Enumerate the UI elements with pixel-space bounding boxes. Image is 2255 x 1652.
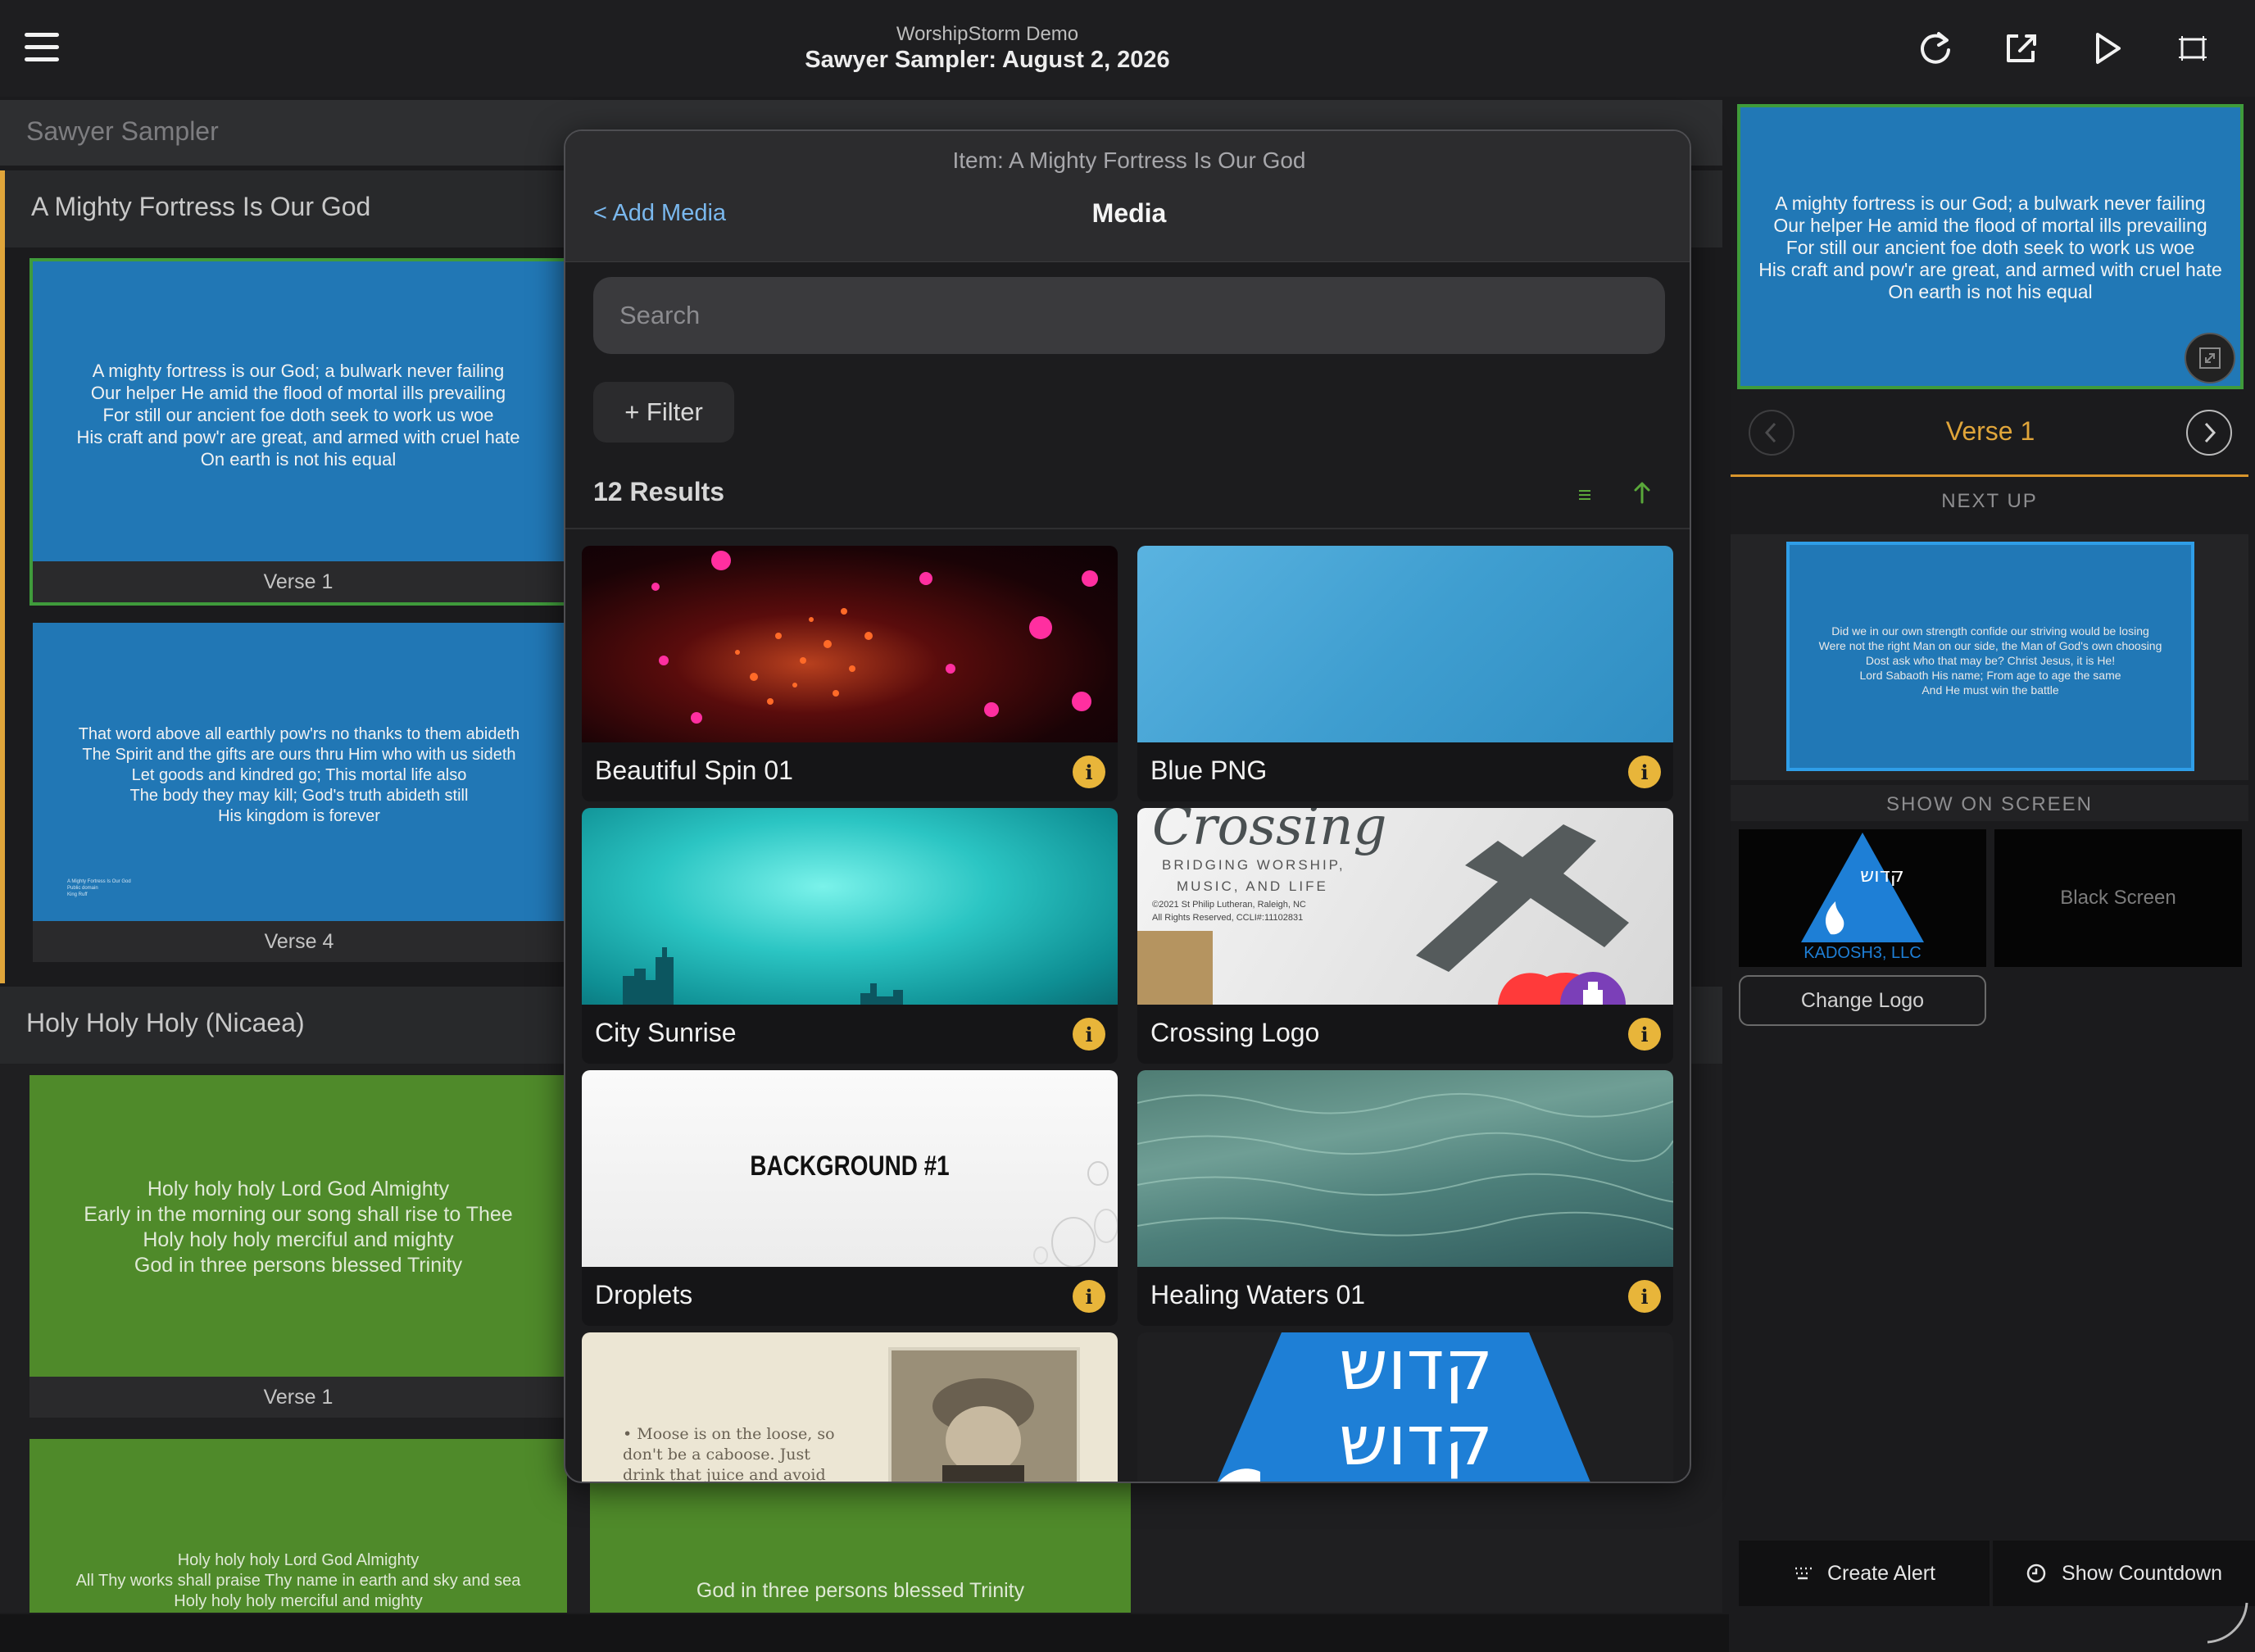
slide-thumbnail[interactable]: That word above all earthly pow'rs no th… (33, 623, 565, 962)
next-up-text: Did we in our own strength confide our s… (1818, 624, 2162, 697)
crossing-logo-line: All Rights Reserved, CCLI#:11102831 (1152, 913, 1304, 923)
show-on-screen-heading: SHOW ON SCREEN (1885, 793, 2093, 815)
next-up-heading: NEXT UP (1941, 490, 2038, 512)
change-logo-button[interactable]: Change Logo (1739, 975, 1986, 1026)
modal-subtitle: Item: A Mighty Fortress Is Our God (952, 148, 1306, 173)
slide-text: A mighty fortress is our God; a bulwark … (76, 361, 520, 470)
sort-ascending-icon[interactable] (1627, 475, 1657, 510)
crossing-logo-line: BRIDGING WORSHIP, (1162, 857, 1345, 873)
media-thumbnail (1137, 546, 1673, 742)
service-name: Sawyer Sampler (26, 116, 219, 146)
info-icon[interactable]: i (1073, 1018, 1105, 1051)
search-input[interactable] (593, 277, 1665, 354)
live-preview[interactable]: A mighty fortress is our God; a bulwark … (1737, 104, 2244, 389)
info-icon[interactable]: i (1073, 1280, 1105, 1313)
slide-label: Verse 4 (33, 921, 565, 962)
modal-title: Media (1091, 198, 1167, 228)
current-item-indicator (0, 247, 5, 983)
media-thumbnail: BACKGROUND #1 (582, 1070, 1118, 1267)
info-icon[interactable]: i (1628, 1018, 1661, 1051)
organization-name: WorshipStorm Demo (896, 23, 1079, 45)
info-icon[interactable]: i (1628, 1280, 1661, 1313)
keyboard-icon (1794, 1567, 1812, 1580)
bottom-strip (0, 1614, 1729, 1652)
media-thumbnail (582, 808, 1118, 1005)
expand-icon[interactable] (2185, 333, 2235, 384)
slide-thumbnail[interactable]: Holy holy holy Lord God Almighty All Thy… (29, 1439, 567, 1613)
next-slide-button[interactable] (2186, 410, 2232, 456)
service-title: Sawyer Sampler: August 2, 2026 (805, 47, 1170, 73)
service-item-name: Holy Holy Holy (Nicaea) (26, 1008, 305, 1037)
media-card[interactable]: Crossing BRIDGING WORSHIP, MUSIC, AND LI… (1137, 808, 1673, 1064)
divider (1731, 474, 2248, 477)
filter-button[interactable]: + Filter (593, 382, 734, 442)
timer-icon (2026, 1564, 2046, 1583)
show-countdown-label: Show Countdown (2062, 1561, 2222, 1585)
service-item-name: A Mighty Fortress Is Our God (31, 192, 371, 221)
resize-handle-icon[interactable] (2204, 1600, 2250, 1645)
slide-label: Verse 1 (29, 1377, 567, 1418)
media-thumbnail: קדוש קדוש (1137, 1332, 1673, 1482)
slide-text: Holy holy holy Lord God Almighty Early i… (84, 1178, 513, 1277)
slide-label: Verse 1 (33, 561, 564, 602)
live-preview-text: A mighty fortress is our God; a bulwark … (1758, 193, 2222, 302)
crossing-logo-title: Crossing (1152, 808, 1387, 857)
next-up-slide[interactable]: Did we in our own strength confide our s… (1786, 542, 2194, 771)
media-thumbnail: Crossing BRIDGING WORSHIP, MUSIC, AND LI… (1137, 808, 1673, 1005)
media-thumbnail (582, 546, 1118, 742)
screen-layout-icon[interactable] (2170, 23, 2216, 74)
create-alert-label: Create Alert (1826, 1561, 1935, 1585)
slide-thumbnail[interactable]: God in three persons blessed Trinity (590, 1480, 1131, 1613)
list-view-icon[interactable] (1570, 482, 1599, 508)
slide-text: Holy holy holy Lord God Almighty All Thy… (75, 1551, 521, 1610)
media-card[interactable]: Healing Waters 01 i (1137, 1070, 1673, 1326)
media-name: Droplets (595, 1280, 693, 1309)
slide-copyright: A Mighty Fortress Is Our God Public doma… (67, 879, 131, 897)
media-card[interactable]: City Sunrise i (582, 808, 1118, 1064)
media-card[interactable]: Beautiful Spin 01 i (582, 546, 1118, 801)
media-card[interactable]: • Moose is on the loose, so don't be a c… (582, 1332, 1118, 1482)
divider (565, 528, 1690, 529)
crossing-logo-line: MUSIC, AND LIFE (1177, 878, 1328, 894)
media-thumbnail: • Moose is on the loose, so don't be a c… (582, 1332, 1118, 1482)
logo-caption: KADOSH3, LLC (1804, 944, 1922, 962)
media-card[interactable]: BACKGROUND #1 Droplets i (582, 1070, 1118, 1326)
crossing-logo-line: ©2021 St Philip Lutheran, Raleigh, NC (1152, 900, 1306, 910)
media-name: City Sunrise (595, 1018, 737, 1047)
info-icon[interactable]: i (1628, 756, 1661, 788)
media-picker-modal: Item: A Mighty Fortress Is Our God < Add… (564, 129, 1691, 1483)
kadosh-logo-text: קדוש קדוש (1339, 1332, 1493, 1481)
media-card[interactable]: קדוש קדוש (1137, 1332, 1673, 1482)
refresh-icon[interactable] (1912, 23, 1958, 74)
create-alert-button[interactable]: Create Alert (1739, 1541, 1990, 1606)
modal-header: Item: A Mighty Fortress Is Our God < Add… (565, 131, 1690, 262)
slide-text: God in three persons blessed Trinity (696, 1579, 1025, 1602)
black-screen-tile[interactable]: Black Screen (1994, 829, 2242, 967)
droplets-thumb-text: BACKGROUND #1 (750, 1150, 950, 1182)
media-name: Blue PNG (1150, 756, 1268, 785)
edit-external-icon[interactable] (1998, 23, 2044, 74)
slide-thumbnail[interactable]: A mighty fortress is our God; a bulwark … (29, 258, 567, 606)
show-countdown-button[interactable]: Show Countdown (1993, 1541, 2255, 1606)
media-card[interactable]: Blue PNG i (1137, 546, 1673, 801)
info-icon[interactable]: i (1073, 756, 1105, 788)
media-name: Beautiful Spin 01 (595, 756, 793, 785)
results-count: 12 Results (593, 477, 725, 506)
play-icon[interactable] (2085, 23, 2130, 74)
current-slide-label: Verse 1 (1945, 416, 2035, 446)
media-thumbnail (1137, 1070, 1673, 1267)
media-name: Healing Waters 01 (1150, 1280, 1366, 1309)
media-name: Crossing Logo (1150, 1018, 1320, 1047)
top-bar: WorshipStorm Demo Sawyer Sampler: August… (0, 0, 2255, 97)
logo-tile[interactable]: קדוש KADOSH3, LLC (1739, 829, 1986, 967)
slide-text: That word above all earthly pow'rs no th… (78, 725, 520, 825)
slide-thumbnail[interactable]: Holy holy holy Lord God Almighty Early i… (29, 1075, 567, 1418)
logo-glyphs: קדוש (1860, 864, 1904, 887)
